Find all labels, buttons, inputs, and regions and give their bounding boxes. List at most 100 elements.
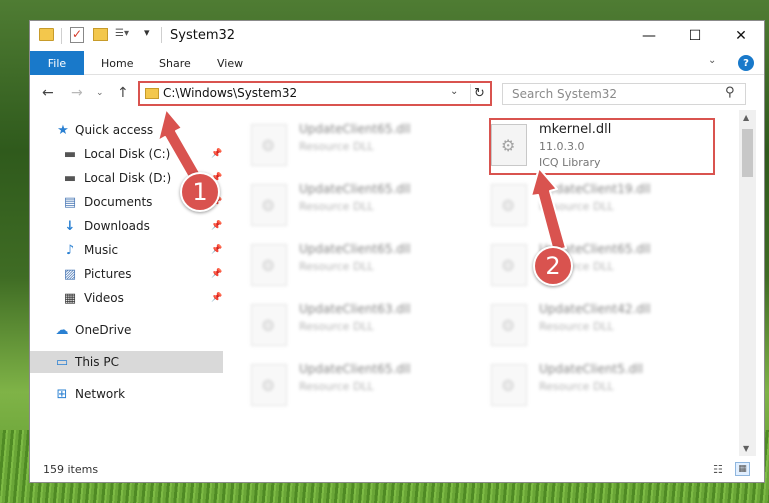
sidebar-item-downloads[interactable]: ↓ Downloads 📌 <box>30 215 223 237</box>
ribbon-tabs: File Home Share View ⌄ ? <box>30 51 764 75</box>
file-item[interactable]: ⚙ UpdateClient65.dll Resource DLL <box>483 238 703 290</box>
dll-file-icon: ⚙ <box>251 304 287 346</box>
tab-home[interactable]: Home <box>101 51 133 75</box>
navigation-bar: ← → ⌄ ↑ C:\Windows\System32 ⌄ ↻ Search S… <box>30 76 764 110</box>
quick-access-dropdown-icon[interactable]: ▾ <box>144 26 156 42</box>
sidebar-item-network[interactable]: ⊞ Network <box>30 383 223 405</box>
window-title: System32 <box>170 28 236 43</box>
sidebar-item-label: Videos <box>84 291 124 305</box>
file-item[interactable]: ⚙ UpdateClient65.dll Resource DLL <box>243 358 463 410</box>
file-description: Resource DLL <box>299 260 374 273</box>
tab-file[interactable]: File <box>30 51 84 75</box>
dll-file-icon: ⚙ <box>251 184 287 226</box>
close-button[interactable]: ✕ <box>718 21 764 51</box>
pin-icon[interactable]: 📌 <box>211 221 222 231</box>
music-icon: ♪ <box>65 242 75 258</box>
tab-share[interactable]: Share <box>159 51 191 75</box>
documents-icon: ▤ <box>63 194 77 210</box>
folder-icon[interactable] <box>39 28 54 41</box>
file-item[interactable]: ⚙ UpdateClient65.dll Resource DLL <box>243 118 463 170</box>
scroll-thumb[interactable] <box>742 129 753 177</box>
dll-file-icon: ⚙ <box>491 184 527 226</box>
file-description: Resource DLL <box>539 200 614 213</box>
drive-icon: ▬ <box>63 146 77 162</box>
file-description: Resource DLL <box>539 320 614 333</box>
toolbar-separator <box>61 28 62 44</box>
search-placeholder: Search System32 <box>512 87 618 101</box>
large-icons-view-icon[interactable]: ▦ <box>735 462 750 476</box>
dll-file-icon: ⚙ <box>491 244 527 286</box>
sidebar-item-label: Network <box>75 387 126 401</box>
sidebar-item-music[interactable]: ♪ Music 📌 <box>30 239 223 261</box>
title-bar: ☰▾ ▾ System32 — ☐ ✕ <box>30 21 764 51</box>
navigation-pane: ★ Quick access ▬ Local Disk (C:) 📌 ▬ Loc… <box>30 110 223 456</box>
file-item[interactable]: ⚙ UpdateClient42.dll Resource DLL <box>483 298 703 350</box>
file-item[interactable]: ⚙ UpdateClient63.dll Resource DLL <box>243 298 463 350</box>
sidebar-item-this-pc[interactable]: ▭ This PC <box>30 351 223 373</box>
file-name: UpdateClient65.dll <box>299 182 411 196</box>
drive-icon: ▬ <box>63 170 77 186</box>
sidebar-item-local-disk-c[interactable]: ▬ Local Disk (C:) 📌 <box>30 143 223 165</box>
file-item[interactable]: ⚙ UpdateClient65.dll Resource DLL <box>243 238 463 290</box>
computer-icon: ▭ <box>55 354 69 370</box>
file-name: UpdateClient65.dll <box>299 362 411 376</box>
maximize-button[interactable]: ☐ <box>672 21 718 51</box>
sidebar-item-label: This PC <box>75 355 119 369</box>
file-item[interactable]: ⚙ UpdateClient65.dll Resource DLL <box>243 178 463 230</box>
back-button[interactable]: ← <box>42 85 54 101</box>
sidebar-item-label: OneDrive <box>75 323 132 337</box>
scroll-up-icon[interactable]: ▲ <box>743 113 749 122</box>
file-item[interactable]: ⚙ UpdateClient5.dll Resource DLL <box>483 358 703 410</box>
minimize-button[interactable]: — <box>626 21 672 51</box>
sidebar-item-label: Local Disk (D:) <box>84 171 172 185</box>
search-input[interactable]: Search System32 ⚲ <box>502 83 746 105</box>
pin-icon[interactable]: 📌 <box>211 293 222 303</box>
up-button[interactable]: ↑ <box>117 85 129 101</box>
forward-button[interactable]: → <box>71 85 83 101</box>
folder-icon <box>145 88 159 99</box>
tab-view[interactable]: View <box>217 51 243 75</box>
mkernel-highlight-box <box>489 118 715 175</box>
downloads-icon: ↓ <box>64 218 76 234</box>
expand-ribbon-icon[interactable]: ⌄ <box>708 55 716 66</box>
annotation-badge-1: 1 <box>180 172 220 212</box>
dll-file-icon: ⚙ <box>251 124 287 166</box>
dll-file-icon: ⚙ <box>491 304 527 346</box>
vertical-scrollbar[interactable]: ▲ ▼ <box>739 110 756 456</box>
explorer-window: ☰▾ ▾ System32 — ☐ ✕ File Home Share View… <box>29 20 765 483</box>
recent-locations-icon[interactable]: ⌄ <box>96 88 104 98</box>
file-name: UpdateClient65.dll <box>299 242 411 256</box>
new-folder-icon[interactable] <box>93 28 108 41</box>
address-path[interactable]: C:\Windows\System32 <box>163 86 297 100</box>
network-icon: ⊞ <box>56 386 68 402</box>
sidebar-item-onedrive[interactable]: ☁ OneDrive <box>30 319 223 341</box>
sidebar-item-quick-access[interactable]: ★ Quick access <box>30 119 223 141</box>
properties-icon[interactable] <box>70 27 84 43</box>
sidebar-item-pictures[interactable]: ▨ Pictures 📌 <box>30 263 223 285</box>
sidebar-item-videos[interactable]: ▦ Videos 📌 <box>30 287 223 309</box>
cloud-icon: ☁ <box>55 322 69 338</box>
item-count: 159 items <box>43 463 99 476</box>
sidebar-item-label: Quick access <box>75 123 154 137</box>
help-icon[interactable]: ? <box>738 55 754 71</box>
address-dropdown-icon[interactable]: ⌄ <box>450 86 458 97</box>
search-icon[interactable]: ⚲ <box>725 85 735 100</box>
pin-icon[interactable]: 📌 <box>211 149 222 159</box>
sidebar-item-label: Music <box>84 243 119 257</box>
file-description: Resource DLL <box>299 380 374 393</box>
refresh-button[interactable]: ↻ <box>470 84 488 103</box>
details-view-icon[interactable]: ☷ <box>713 463 728 476</box>
file-item[interactable]: ⚙ UpdateClient19.dll Resource DLL <box>483 178 703 230</box>
sidebar-item-label: Local Disk (C:) <box>84 147 171 161</box>
file-description: Resource DLL <box>299 140 374 153</box>
pin-icon[interactable]: 📌 <box>211 245 222 255</box>
annotation-badge-2: 2 <box>533 246 573 286</box>
address-bar[interactable]: C:\Windows\System32 ⌄ ↻ <box>138 81 492 106</box>
pin-icon[interactable]: 📌 <box>211 269 222 279</box>
dll-file-icon: ⚙ <box>491 364 527 406</box>
scroll-down-icon[interactable]: ▼ <box>743 444 749 453</box>
sidebar-item-label: Pictures <box>84 267 132 281</box>
file-name: UpdateClient19.dll <box>539 182 651 196</box>
dll-file-icon: ⚙ <box>251 244 287 286</box>
view-icon[interactable]: ☰▾ <box>115 28 135 42</box>
